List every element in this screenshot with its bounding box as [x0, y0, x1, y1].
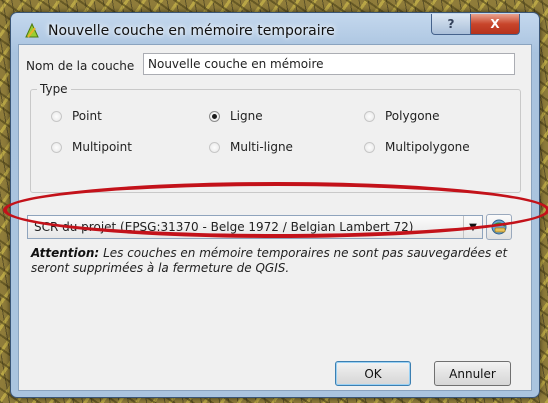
radio-label: Polygone — [385, 109, 440, 123]
radio-label: Ligne — [230, 109, 263, 123]
chevron-down-icon[interactable]: ▼ — [463, 216, 482, 238]
radio-multipolygone[interactable]: Multipolygone — [364, 140, 470, 154]
close-button[interactable]: X — [470, 14, 520, 35]
cancel-button[interactable]: Annuler — [434, 361, 511, 386]
radio-label: Multipoint — [72, 140, 132, 154]
radio-indicator — [209, 141, 220, 153]
crs-selected-value: SCR du projet (EPSG:31370 - Belge 1972 /… — [34, 220, 414, 234]
radio-label: Point — [72, 109, 102, 123]
layer-name-input[interactable] — [143, 53, 515, 75]
layer-name-label: Nom de la couche — [26, 59, 135, 73]
type-legend: Type — [37, 82, 71, 96]
ok-button[interactable]: OK — [335, 361, 411, 386]
radio-indicator — [364, 141, 375, 153]
radio-ligne[interactable]: Ligne — [209, 109, 263, 123]
radio-label: Multi-ligne — [230, 140, 293, 154]
help-button[interactable]: ? — [431, 14, 471, 35]
radio-multipoint[interactable]: Multipoint — [51, 140, 132, 154]
radio-polygone[interactable]: Polygone — [364, 109, 440, 123]
radio-indicator-selected — [209, 110, 220, 122]
dialog-body: Nom de la couche Type Point Ligne Polygo… — [18, 44, 532, 391]
warning-text: Les couches en mémoire temporaires ne so… — [31, 246, 508, 275]
warning-prefix: Attention: — [31, 246, 100, 260]
radio-point[interactable]: Point — [51, 109, 102, 123]
type-groupbox: Type Point Ligne Polygone Multipoint Mul… — [30, 82, 521, 193]
crs-select[interactable]: SCR du projet (EPSG:31370 - Belge 1972 /… — [27, 215, 483, 239]
crs-selector-button[interactable] — [486, 214, 512, 240]
radio-indicator — [51, 141, 62, 153]
qgis-app-icon — [25, 22, 39, 38]
dialog-window: Nouvelle couche en mémoire temporaire ? … — [10, 12, 540, 398]
warning-message: Attention: Les couches en mémoire tempor… — [31, 246, 516, 276]
dialog-title: Nouvelle couche en mémoire temporaire — [48, 23, 335, 39]
globe-select-icon — [491, 219, 507, 235]
radio-label: Multipolygone — [385, 140, 470, 154]
title-bar[interactable]: Nouvelle couche en mémoire temporaire ? … — [11, 13, 539, 47]
radio-indicator — [364, 110, 375, 122]
radio-indicator — [51, 110, 62, 122]
radio-multi-ligne[interactable]: Multi-ligne — [209, 140, 293, 154]
